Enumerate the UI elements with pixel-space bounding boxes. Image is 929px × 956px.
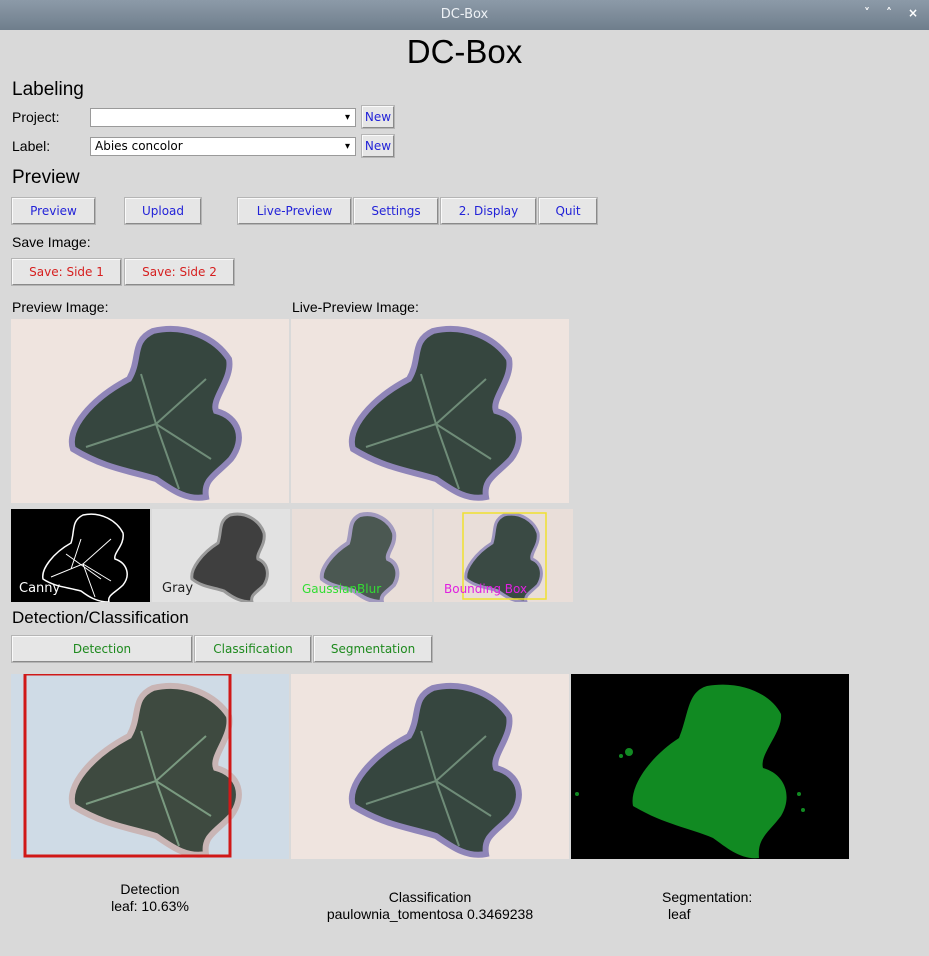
minimize-icon[interactable]: ˅ [864, 6, 870, 20]
classification-button[interactable]: Classification [195, 636, 311, 662]
segmentation-caption: Segmentation: leaf [640, 889, 780, 923]
detection-caption-title: Detection [120, 881, 180, 897]
classification-caption-title: Classification [388, 889, 472, 905]
detection-button[interactable]: Detection [12, 636, 192, 662]
app-title: DC-Box [406, 33, 523, 70]
segmentation-button[interactable]: Segmentation [314, 636, 432, 662]
preview-image-label: Preview Image: [12, 299, 109, 315]
preview-heading: Preview [12, 167, 80, 188]
save-side2-button[interactable]: Save: Side 2 [125, 259, 234, 285]
segmentation-caption-title: Segmentation: [662, 889, 753, 905]
labeling-heading: Labeling [12, 79, 84, 100]
new-label-button[interactable]: New [362, 135, 394, 157]
new-project-button[interactable]: New [362, 106, 394, 128]
preview-button[interactable]: Preview [12, 198, 95, 224]
settings-button[interactable]: Settings [354, 198, 438, 224]
second-display-button[interactable]: 2. Display [441, 198, 536, 224]
window-titlebar: DC-Box ˅ ˄ × [0, 0, 929, 30]
label-value: Abies concolor [95, 139, 183, 153]
save-side1-button[interactable]: Save: Side 1 [12, 259, 121, 285]
detection-heading: Detection/Classification [12, 608, 189, 627]
classification-caption: Classification paulownia_tomentosa 0.346… [300, 889, 560, 923]
classification-image [291, 674, 569, 859]
bounding-box-thumbnail: Bounding Box [434, 509, 573, 602]
project-select[interactable]: ▾ [90, 108, 356, 127]
gray-thumbnail: Gray [152, 509, 290, 602]
live-preview-image-label: Live-Preview Image: [292, 299, 419, 315]
segmentation-image [571, 674, 849, 859]
classification-result: paulownia_tomentosa 0.3469238 [326, 906, 534, 922]
label-select[interactable]: Abies concolor ▾ [90, 137, 356, 156]
project-label: Project: [12, 109, 60, 125]
canny-label: Canny [19, 581, 61, 596]
quit-button[interactable]: Quit [539, 198, 597, 224]
live-preview-image [291, 319, 569, 503]
canny-thumbnail: Canny [11, 509, 150, 602]
gray-label: Gray [162, 581, 194, 596]
chevron-down-icon: ▾ [344, 141, 351, 152]
detection-image [11, 674, 289, 859]
gaussian-blur-thumbnail: GaussianBlur [292, 509, 432, 602]
segmentation-result: leaf [668, 906, 691, 922]
preview-image [11, 319, 289, 503]
gaussian-blur-label: GaussianBlur [302, 582, 382, 596]
maximize-icon[interactable]: ˄ [886, 6, 892, 20]
chevron-down-icon: ▾ [344, 112, 351, 123]
window-title: DC-Box [440, 7, 489, 22]
close-icon[interactable]: × [908, 6, 918, 20]
label-label: Label: [12, 138, 51, 154]
bounding-box-label: Bounding Box [444, 582, 528, 596]
live-preview-button[interactable]: Live-Preview [238, 198, 351, 224]
upload-button[interactable]: Upload [125, 198, 201, 224]
detection-result: leaf: 10.63% [111, 898, 189, 914]
save-image-label: Save Image: [12, 234, 91, 250]
detection-caption: Detection leaf: 10.63% [60, 881, 240, 915]
